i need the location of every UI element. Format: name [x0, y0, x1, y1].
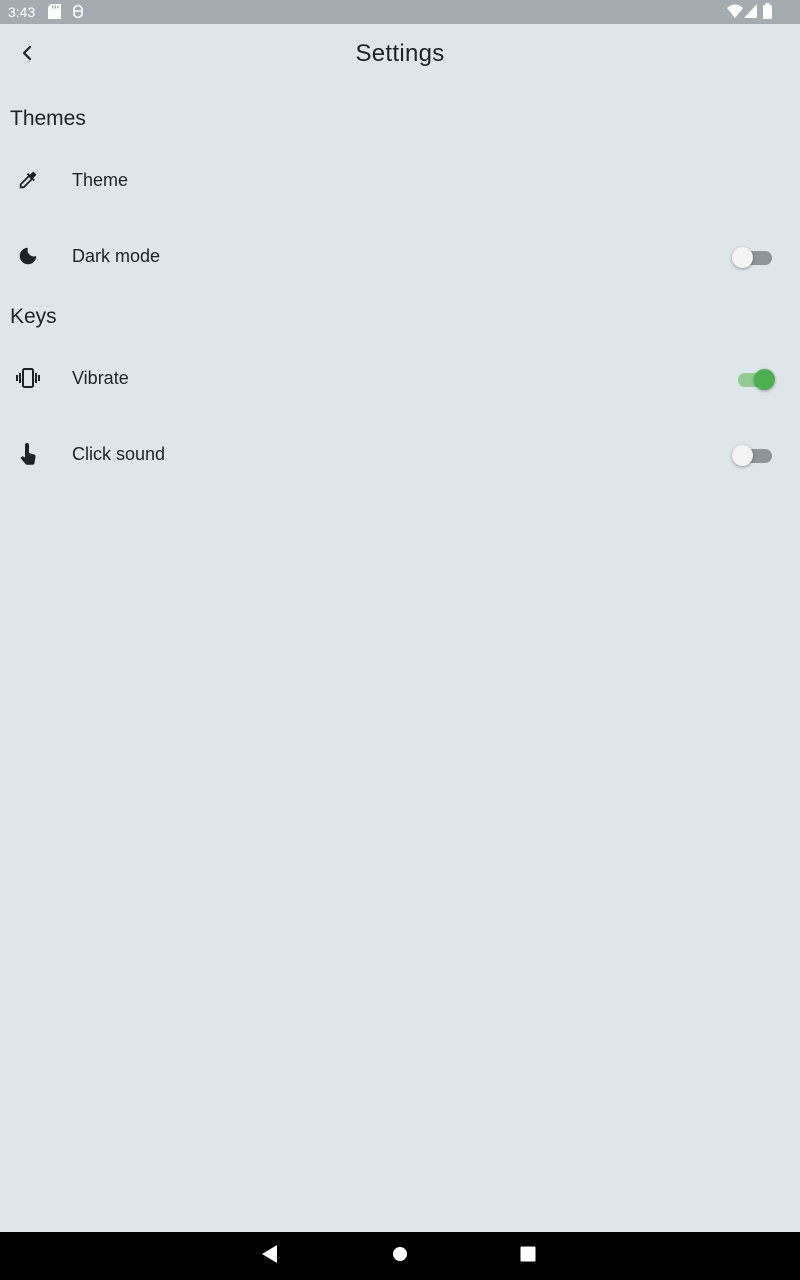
moon-icon	[14, 242, 42, 270]
dark-mode-toggle[interactable]	[732, 247, 774, 268]
section-header-keys: Keys	[10, 305, 57, 328]
sd-card-icon	[48, 4, 61, 22]
toggle-thumb	[732, 445, 753, 466]
setting-label-vibrate: Vibrate	[72, 368, 129, 388]
setting-label-dark-mode: Dark mode	[72, 246, 161, 266]
setting-row-vibrate[interactable]: Vibrate	[0, 344, 800, 412]
system-nav-bar	[0, 1232, 800, 1280]
toggle-thumb	[732, 247, 753, 268]
nav-back-button[interactable]	[258, 1244, 282, 1268]
nav-recents-button[interactable]	[516, 1244, 540, 1268]
vibrate-toggle[interactable]	[736, 369, 775, 390]
eyedropper-icon	[14, 166, 42, 194]
touch-icon	[14, 440, 42, 468]
battery-icon	[763, 3, 772, 22]
section-header-themes: Themes	[10, 107, 86, 130]
page-title: Settings	[355, 40, 445, 67]
setting-row-dark-mode[interactable]: Dark mode	[0, 222, 800, 290]
click-sound-toggle[interactable]	[732, 445, 774, 466]
home-circle-icon	[392, 1246, 408, 1267]
toggle-thumb	[754, 369, 775, 390]
status-time: 3:43	[8, 4, 36, 20]
signal-icon	[744, 4, 757, 21]
setting-label-click-sound: Click sound	[72, 444, 166, 464]
usb-debug-icon	[71, 4, 85, 22]
setting-label-theme: Theme	[72, 170, 129, 190]
nav-home-button[interactable]	[388, 1244, 412, 1268]
setting-row-theme[interactable]: Theme	[0, 146, 800, 214]
app-bar: Settings	[0, 24, 800, 86]
setting-row-click-sound[interactable]: Click sound	[0, 420, 800, 488]
vibrate-icon	[14, 364, 42, 392]
wifi-icon	[727, 4, 743, 21]
recents-square-icon	[520, 1246, 536, 1267]
back-triangle-icon	[262, 1244, 278, 1268]
status-bar: 3:43	[0, 0, 800, 24]
